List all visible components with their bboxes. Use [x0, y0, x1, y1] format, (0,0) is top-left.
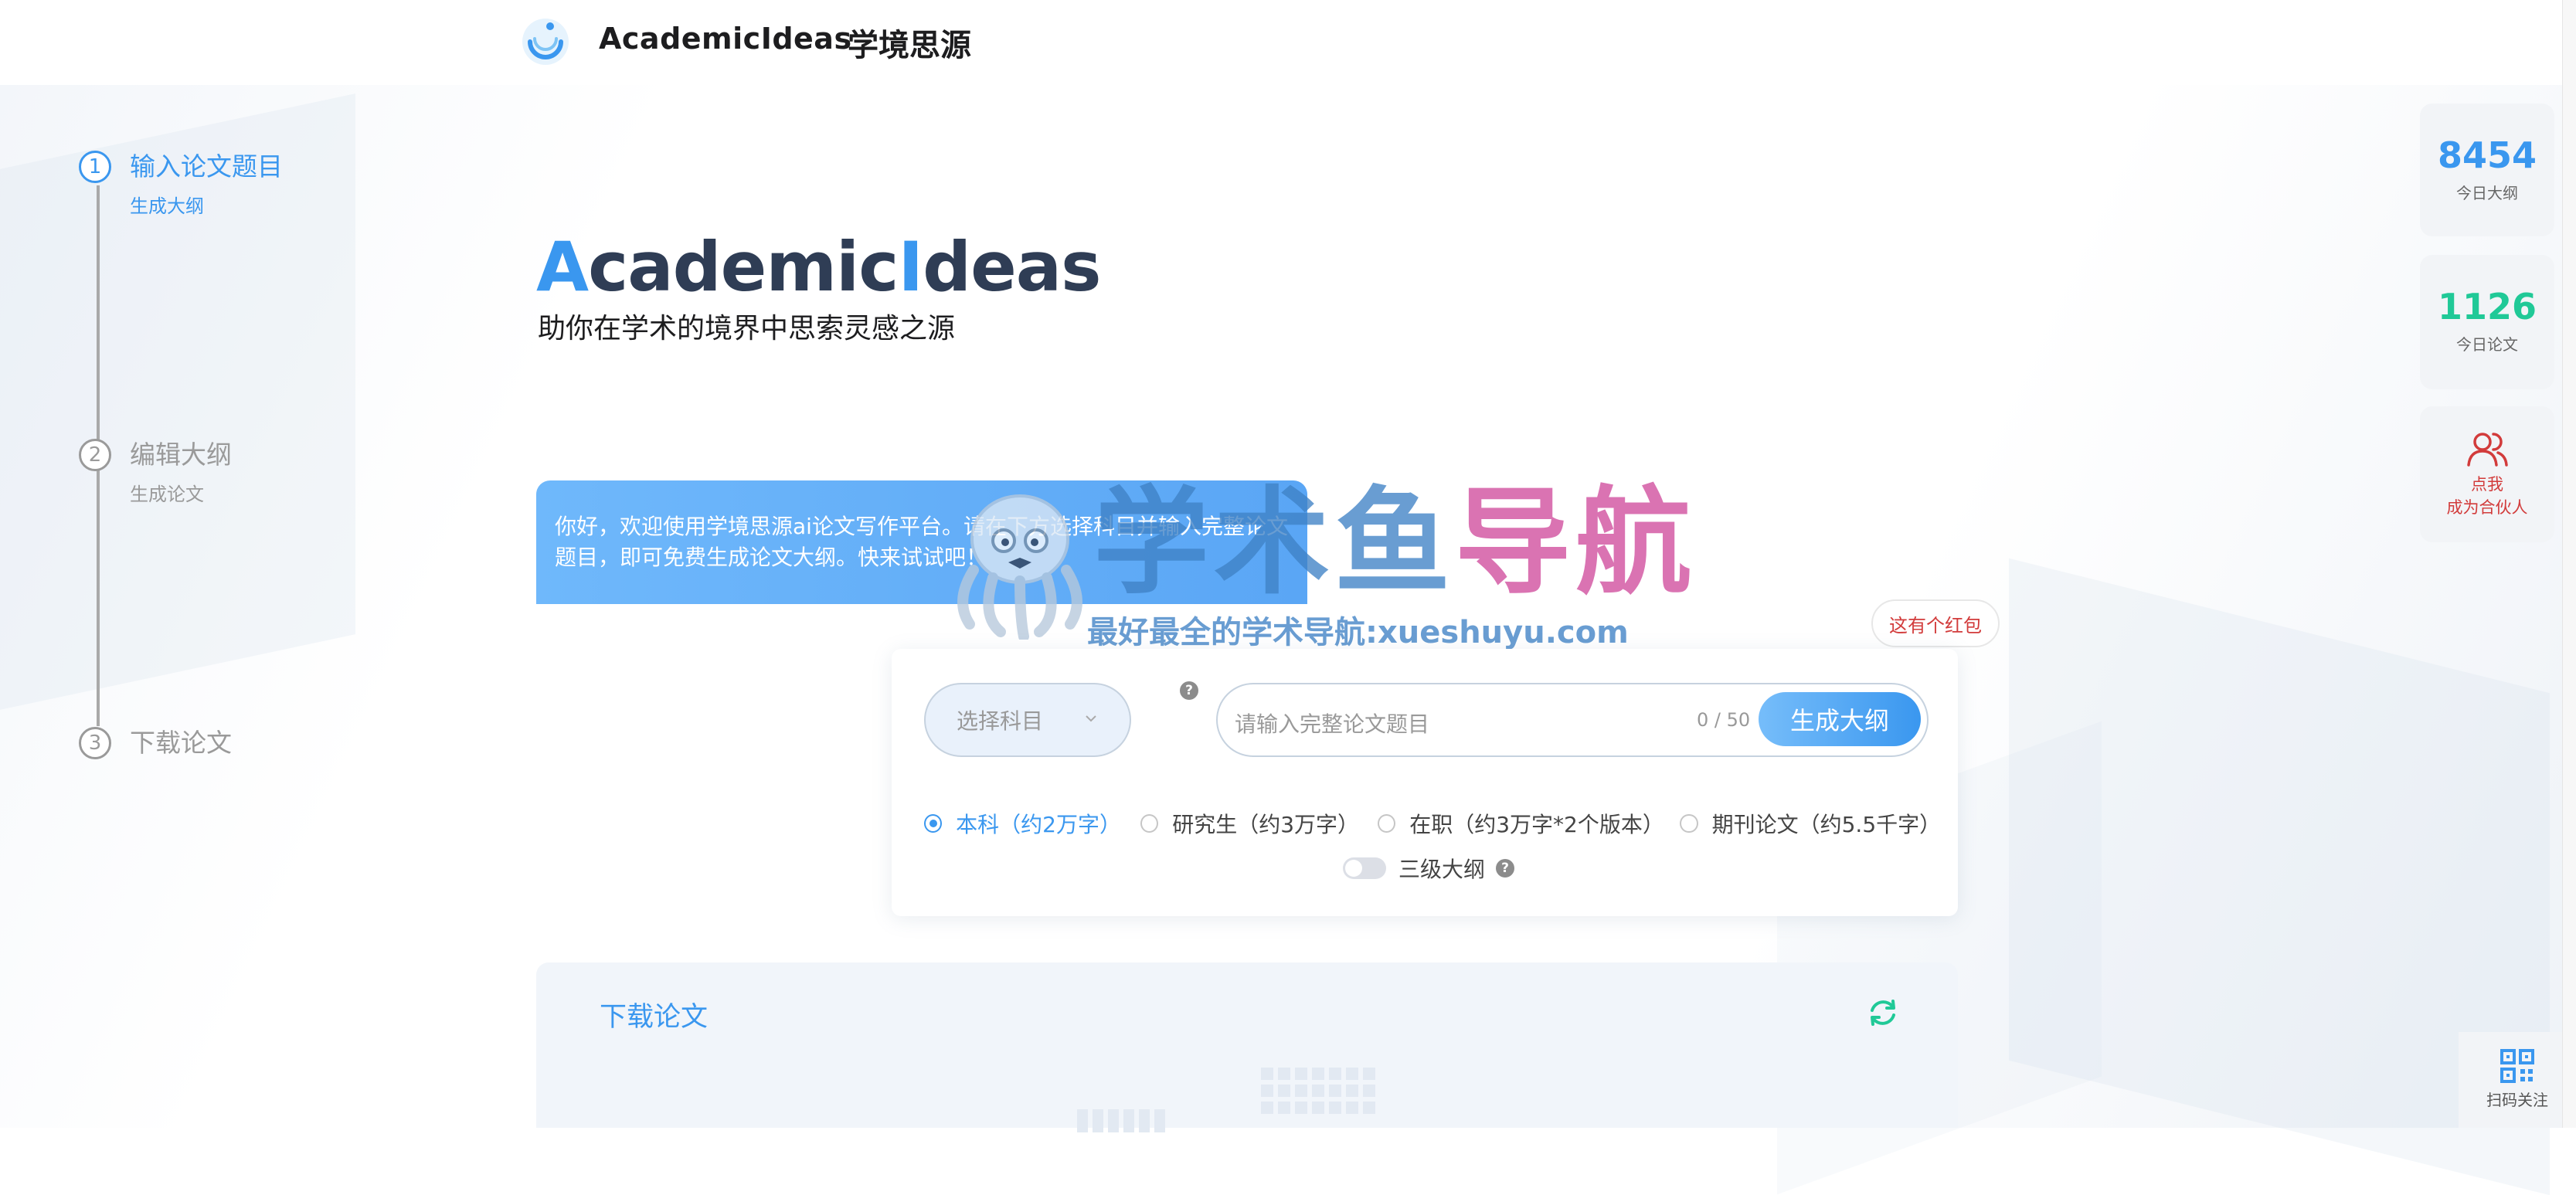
three-level-help-icon[interactable]: ?	[1496, 859, 1515, 878]
hero-title-a: A	[536, 227, 589, 307]
stat-today-outlines-value: 8454	[2437, 134, 2537, 176]
stat-today-papers: 1126 今日论文	[2420, 255, 2554, 389]
chevron-down-icon	[1086, 715, 1096, 722]
topic-input[interactable]: 请输入完整论文题目 0 / 50 生成大纲	[1216, 683, 1929, 757]
topic-char-counter: 0 / 50	[1697, 709, 1751, 731]
radio-journal[interactable]: 期刊论文（约5.5千字）	[1680, 808, 1942, 839]
subject-help-icon[interactable]: ?	[1180, 681, 1198, 700]
become-partner-button[interactable]: 点我 成为合伙人	[2420, 406, 2554, 542]
qr-follow-button[interactable]: 扫码关注	[2459, 1032, 2576, 1128]
step-3-title: 下载论文	[130, 728, 232, 758]
outline-form-card: 选择科目 ? 请输入完整论文题目 0 / 50 生成大纲 本科（约2万字） 研究…	[892, 649, 1958, 916]
radio-inservice[interactable]: 在职（约3万字*2个版本）	[1378, 808, 1664, 839]
hero-title-mid: cademic	[588, 227, 899, 307]
octopus-mascot-icon	[957, 494, 1082, 640]
hero-subtitle: 助你在学术的境界中思索灵感之源	[538, 313, 956, 345]
generate-outline-button[interactable]: 生成大纲	[1759, 692, 1921, 746]
scrollbar[interactable]	[2562, 0, 2576, 1128]
stat-today-outlines-label: 今日大纲	[2456, 184, 2518, 202]
hero-title: AcademicIdeas	[536, 227, 1102, 307]
step-1-sub: 生成大纲	[130, 195, 204, 217]
hero-title-end: deas	[923, 227, 1101, 307]
top-header: AcademicIdeas 学境思源	[0, 0, 2576, 85]
download-panel: 下载论文	[536, 962, 1958, 1132]
watermark-title-part2: 导航	[1455, 476, 1697, 610]
watermark-title-part1: 学术鱼	[1093, 476, 1456, 610]
empty-illustration-small-icon	[1077, 1109, 1165, 1132]
step-3: 3 下载论文	[79, 727, 232, 759]
radio-journal-label[interactable]: 期刊论文（约5.5千字）	[1712, 808, 1942, 839]
radio-graduate-dot[interactable]	[1140, 814, 1159, 833]
partner-line1: 点我	[2471, 475, 2503, 494]
radio-undergrad[interactable]: 本科（约2万字）	[924, 808, 1121, 839]
radio-graduate[interactable]: 研究生（约3万字）	[1140, 808, 1359, 839]
three-level-outline-toggle[interactable]	[1343, 857, 1386, 879]
step-1-number: 1	[79, 151, 111, 183]
qr-follow-label: 扫码关注	[2486, 1091, 2548, 1109]
radio-inservice-label[interactable]: 在职（约3万字*2个版本）	[1409, 808, 1664, 839]
brand-name-en[interactable]: AcademicIdeas	[599, 22, 852, 56]
step-2: 2 编辑大纲 生成论文	[79, 439, 232, 506]
step-2-number: 2	[79, 439, 111, 471]
stat-today-outlines: 8454 今日大纲	[2420, 104, 2554, 236]
radio-inservice-dot[interactable]	[1378, 814, 1396, 833]
stat-today-papers-label: 今日论文	[2456, 335, 2518, 354]
step-2-sub: 生成论文	[130, 484, 204, 505]
three-level-outline-row: 三级大纲 ?	[1343, 853, 1515, 884]
subject-select-placeholder: 选择科目	[957, 708, 1044, 734]
topic-input-placeholder: 请输入完整论文题目	[1235, 711, 1430, 737]
radio-undergrad-dot[interactable]	[924, 814, 943, 833]
step-2-title: 编辑大纲	[130, 440, 232, 470]
refresh-icon[interactable]	[1865, 995, 1901, 1030]
download-panel-title: 下载论文	[600, 1002, 709, 1033]
academicideas-logo-icon[interactable]	[519, 15, 572, 68]
three-level-outline-label: 三级大纲	[1398, 857, 1486, 882]
step-1: 1 输入论文题目 生成大纲	[79, 151, 283, 218]
radio-graduate-label[interactable]: 研究生（约3万字）	[1172, 808, 1359, 839]
radio-undergrad-label[interactable]: 本科（约2万字）	[956, 808, 1121, 839]
subject-select[interactable]: 选择科目	[924, 683, 1131, 757]
qr-code-icon	[2500, 1049, 2534, 1083]
step-1-title: 输入论文题目	[130, 151, 283, 182]
watermark-title: 学术鱼导航	[1093, 477, 1696, 609]
empty-illustration-icon	[1261, 1068, 1375, 1114]
paper-level-radio-group: 本科（约2万字） 研究生（约3万字） 在职（约3万字*2个版本） 期刊论文（约5…	[924, 808, 1958, 839]
step-3-number: 3	[79, 727, 111, 759]
hero-title-i: I	[898, 227, 923, 307]
redpack-tooltip[interactable]: 这有个红包	[1871, 599, 2000, 647]
radio-journal-dot[interactable]	[1680, 814, 1698, 833]
watermark-subtitle: 最好最全的学术导航:xueshuyu.com	[1087, 615, 1629, 650]
partner-line2: 成为合伙人	[2446, 498, 2528, 517]
users-icon	[2467, 433, 2508, 467]
brand-name-cn[interactable]: 学境思源	[848, 20, 971, 65]
watermark: 学术鱼导航 最好最全的学术导航:xueshuyu.com	[939, 477, 1691, 650]
stat-today-papers-value: 1126	[2437, 286, 2537, 328]
